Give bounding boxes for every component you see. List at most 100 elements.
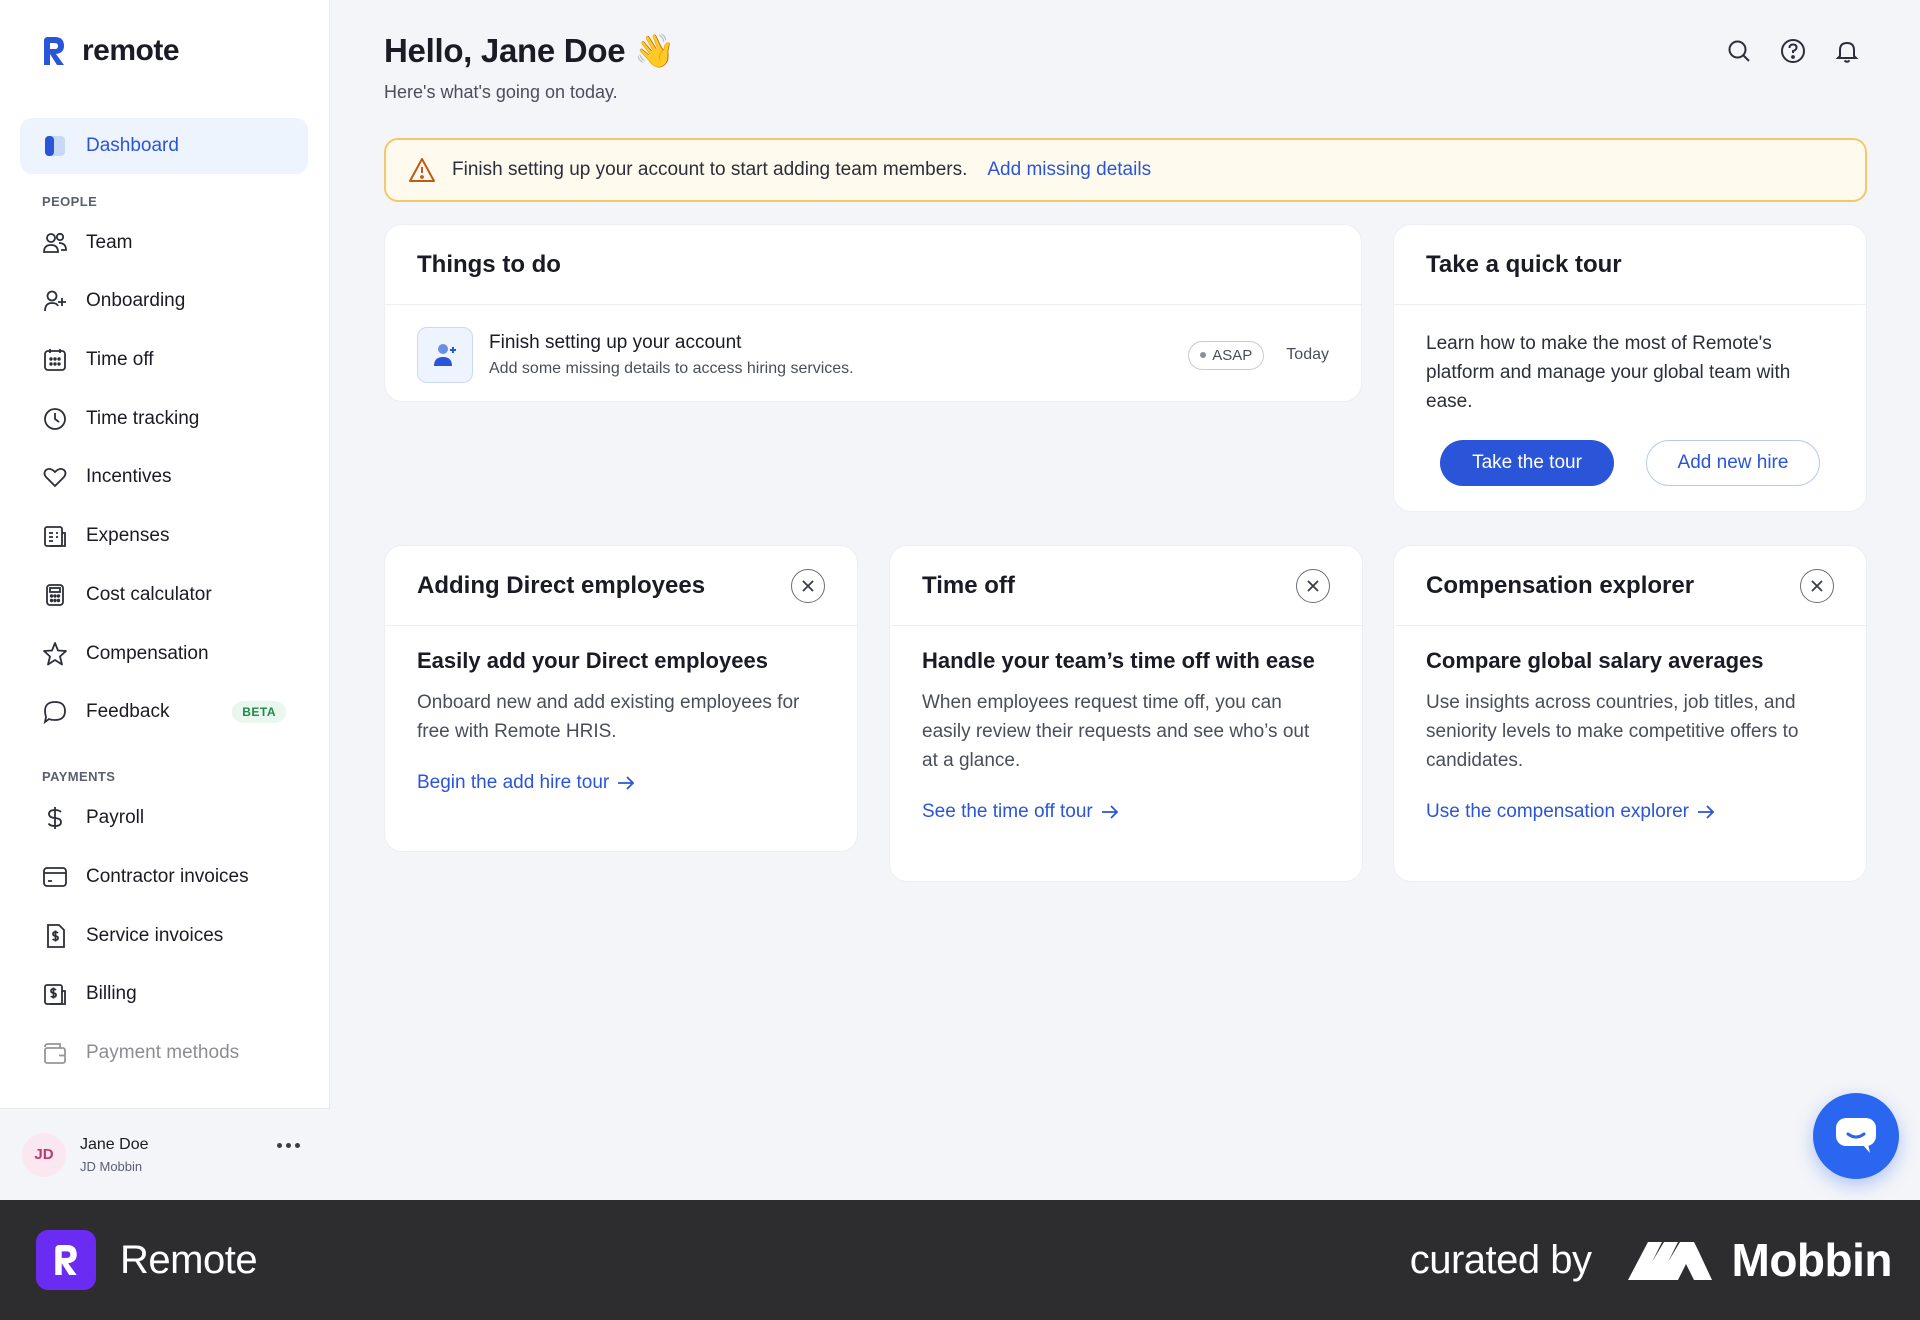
todo-item[interactable]: Finish setting up your account Add some … (385, 305, 1361, 405)
user-name: Jane Doe (80, 1135, 149, 1153)
mobbin-mark-icon (1627, 1242, 1712, 1280)
sidebar-item-onboarding[interactable]: Onboarding (20, 273, 308, 329)
sidebar-item-label: Incentives (86, 466, 172, 488)
close-icon[interactable] (1296, 568, 1330, 603)
sidebar-item-time-tracking[interactable]: Time tracking (20, 391, 308, 447)
sidebar-item-billing[interactable]: Billing (20, 966, 308, 1022)
due-date: Today (1286, 346, 1329, 363)
card-body: Compare global salary averages Use insig… (1394, 626, 1866, 845)
link-label: Use the compensation explorer (1426, 801, 1689, 822)
sidebar-item-payroll[interactable]: Payroll (20, 790, 308, 846)
sidebar-item-compensation[interactable]: Compensation (20, 626, 308, 682)
help-icon[interactable] (1780, 38, 1806, 64)
mobbin-logo: Mobbin (1627, 1233, 1893, 1287)
user-info: Jane Doe JD Mobbin (80, 1136, 149, 1174)
sidebar-item-contractor-invoices[interactable]: Contractor invoices (20, 849, 308, 905)
quick-tour-card: Take a quick tour Learn how to make the … (1393, 224, 1867, 512)
sidebar-item-service-invoices[interactable]: Service invoices (20, 908, 308, 964)
heart-icon (42, 464, 68, 490)
top-toolbar (1726, 38, 1860, 64)
priority-label: ASAP (1212, 346, 1253, 364)
sidebar-item-team[interactable]: Team (20, 215, 308, 271)
sidebar: remote Dashboard PEOPLE Team Onboarding (0, 0, 330, 1200)
todo-text: Finish setting up your account Add some … (489, 332, 854, 378)
feature-desc: Onboard new and add existing employees f… (417, 692, 800, 742)
tour-buttons: Take the tour Add new hire (1394, 440, 1866, 486)
section-people: PEOPLE (42, 193, 98, 209)
compensation-explorer-link[interactable]: Use the compensation explorer (1426, 801, 1834, 823)
arrow-right-icon (618, 776, 635, 790)
sidebar-item-label: Feedback (86, 701, 170, 723)
dashboard-icon (42, 133, 68, 159)
user-org: JD Mobbin (80, 1158, 143, 1174)
begin-hire-tour-link[interactable]: Begin the add hire tour (417, 772, 825, 794)
sidebar-item-label: Time off (86, 349, 154, 371)
time-off-card: Time off Handle your team’s time off wit… (889, 545, 1363, 882)
users-icon (42, 230, 68, 256)
sidebar-item-label: Expenses (86, 525, 170, 547)
card-title: Compensation explorer (1426, 571, 1695, 599)
sidebar-item-label: Payment methods (86, 1041, 240, 1063)
sidebar-item-label: Contractor invoices (86, 865, 249, 887)
sidebar-item-expenses[interactable]: Expenses (20, 508, 308, 564)
todo-title: Finish setting up your account (489, 332, 742, 353)
clock-icon (42, 406, 68, 432)
calculator-icon (42, 582, 68, 608)
sidebar-item-label: Onboarding (86, 290, 186, 312)
compensation-explorer-card: Compensation explorer Compare global sal… (1393, 545, 1867, 882)
remote-brand-icon (36, 1230, 96, 1290)
sidebar-item-dashboard[interactable]: Dashboard (20, 118, 308, 174)
sidebar-item-label: Service invoices (86, 924, 224, 946)
dollar-icon (42, 805, 68, 831)
card-body: Easily add your Direct employees Onboard… (385, 626, 857, 816)
mobbin-text: Mobbin (1731, 1234, 1893, 1286)
sidebar-item-label: Dashboard (86, 135, 179, 156)
receipt-icon (42, 523, 68, 549)
close-icon[interactable] (791, 568, 825, 603)
time-off-tour-link[interactable]: See the time off tour (922, 801, 1330, 823)
feature-title: Compare global salary averages (1426, 648, 1764, 673)
add-missing-details-link[interactable]: Add missing details (987, 159, 1151, 181)
feature-desc: Use insights across countries, job title… (1426, 692, 1799, 771)
add-new-hire-button[interactable]: Add new hire (1646, 440, 1820, 486)
sidebar-item-payment-methods[interactable]: Payment methods (20, 1025, 308, 1081)
sidebar-item-cost-calculator[interactable]: Cost calculator (20, 567, 308, 623)
sidebar-item-time-off[interactable]: Time off (20, 332, 308, 388)
chat-icon (1836, 1118, 1876, 1153)
link-label: See the time off tour (922, 801, 1093, 822)
setup-alert: Finish setting up your account to start … (384, 138, 1867, 202)
user-menu[interactable]: JD Jane Doe JD Mobbin (0, 1108, 330, 1200)
card-header: Compensation explorer (1394, 546, 1866, 626)
sidebar-nav: Dashboard PEOPLE Team Onboarding Time of… (20, 118, 308, 1084)
page-title: Hello, Jane Doe 👋 (384, 32, 675, 69)
card-title: Take a quick tour (1394, 225, 1866, 305)
sidebar-item-label: Team (86, 231, 133, 253)
priority-badge: ASAP (1188, 340, 1265, 370)
footer-brand-name: Remote (120, 1237, 258, 1282)
more-options-icon[interactable] (277, 1143, 300, 1148)
close-icon[interactable] (1800, 568, 1834, 603)
beta-badge: BETA (232, 701, 286, 724)
remote-logo-icon (44, 37, 64, 65)
avatar: JD (22, 1132, 66, 1177)
calendar-icon (42, 347, 68, 373)
arrow-right-icon (1697, 805, 1715, 819)
curated-by-text: curated by (1409, 1237, 1592, 1282)
card-header: Time off (890, 546, 1362, 626)
star-icon (42, 641, 68, 667)
bell-icon[interactable] (1834, 38, 1860, 64)
support-chat-button[interactable] (1813, 1093, 1899, 1179)
logo-text: remote (82, 34, 180, 67)
sidebar-item-feedback[interactable]: Feedback BETA (20, 684, 308, 740)
sidebar-item-label: Billing (86, 983, 137, 1005)
footer-credit: curated by Mobbin (1409, 1233, 1893, 1287)
sidebar-item-label: Cost calculator (86, 583, 212, 605)
search-icon[interactable] (1726, 38, 1752, 64)
app-logo[interactable]: remote (40, 34, 180, 68)
feature-title: Handle your team’s time off with ease (922, 648, 1315, 673)
direct-employees-card: Adding Direct employees Easily add your … (384, 545, 858, 852)
take-tour-button[interactable]: Take the tour (1440, 440, 1614, 486)
sidebar-item-incentives[interactable]: Incentives (20, 449, 308, 505)
wallet-icon (42, 1040, 68, 1066)
card-title: Things to do (385, 225, 1361, 305)
